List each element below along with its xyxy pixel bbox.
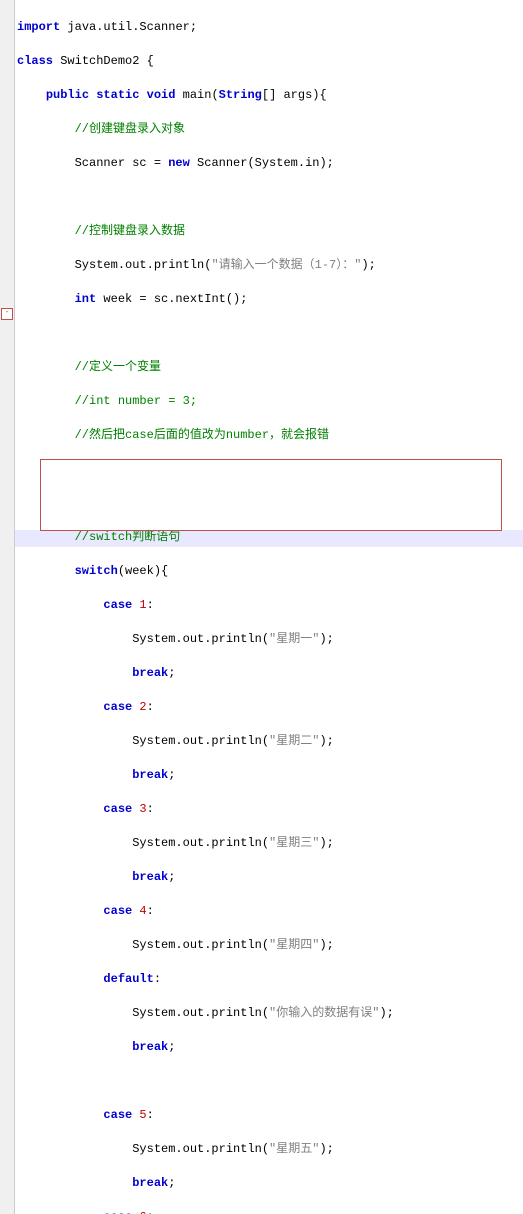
kw-case: case: [103, 1108, 132, 1122]
kw-case: case: [103, 700, 132, 714]
kw-case: case: [103, 802, 132, 816]
semi: ;: [168, 768, 175, 782]
comment: //int number = 3;: [75, 394, 197, 408]
kw-new: new: [168, 156, 190, 170]
stmt-end: );: [319, 734, 333, 748]
println-call: System.out.println(: [132, 938, 269, 952]
kw-break: break: [132, 1176, 168, 1190]
println-call: System.out.println(: [75, 258, 212, 272]
stmt-end: );: [319, 836, 333, 850]
semi: ;: [168, 666, 175, 680]
scanner-new: Scanner(System.in);: [190, 156, 334, 170]
stmt-end: );: [319, 1142, 333, 1156]
brace: {: [147, 54, 154, 68]
kw-int: int: [75, 292, 97, 306]
println-call: System.out.println(: [132, 836, 269, 850]
colon: :: [147, 802, 154, 816]
stmt-end: );: [379, 1006, 393, 1020]
kw-break: break: [132, 768, 168, 782]
string-literal: "星期一": [269, 632, 319, 646]
kw-break: break: [132, 666, 168, 680]
kw-case: case: [103, 904, 132, 918]
semi: ;: [168, 1176, 175, 1190]
kw-switch: switch: [75, 564, 118, 578]
kw-break: break: [132, 1040, 168, 1054]
stmt-end: );: [361, 258, 375, 272]
string-literal: "星期五": [269, 1142, 319, 1156]
colon: :: [147, 1108, 154, 1122]
println-call: System.out.println(: [132, 1142, 269, 1156]
kw-break: break: [132, 870, 168, 884]
colon: :: [147, 700, 154, 714]
string-literal: "请输入一个数据（1-7）：": [211, 258, 361, 272]
brace: {: [161, 564, 168, 578]
param-type: String: [219, 88, 262, 102]
comment: //定义一个变量: [75, 360, 161, 374]
kw-default: default: [103, 972, 153, 986]
semi: ;: [168, 870, 175, 884]
case-num: 4: [132, 904, 146, 918]
colon: :: [147, 1210, 154, 1214]
comment: //控制键盘录入数据: [75, 224, 185, 238]
fold-marker[interactable]: -: [1, 308, 13, 320]
semi: ;: [168, 1040, 175, 1054]
case-num: 5: [132, 1108, 146, 1122]
colon: :: [154, 972, 161, 986]
stmt-end: );: [319, 632, 333, 646]
string-literal: "星期四": [269, 938, 319, 952]
case-num: 6: [132, 1210, 146, 1214]
kw-case: case: [103, 1210, 132, 1214]
colon: :: [147, 598, 154, 612]
editor-gutter: -: [0, 0, 15, 1214]
kw-class: class: [17, 54, 53, 68]
brace: {: [319, 88, 326, 102]
comment: //switch判断语句: [75, 530, 181, 544]
println-call: System.out.println(: [132, 734, 269, 748]
case-num: 3: [132, 802, 146, 816]
case-num: 2: [132, 700, 146, 714]
string-literal: "星期三": [269, 836, 319, 850]
string-literal: "星期二": [269, 734, 319, 748]
colon: :: [147, 904, 154, 918]
code-content[interactable]: import java.util.Scanner; class SwitchDe…: [15, 0, 523, 1214]
method-name: main(: [175, 88, 218, 102]
import-path: java.util.Scanner;: [60, 20, 197, 34]
code-editor: - import java.util.Scanner; class Switch…: [0, 0, 523, 1214]
week-decl: week = sc.nextInt();: [96, 292, 247, 306]
method-modifiers: public static void: [46, 88, 176, 102]
case-num: 1: [132, 598, 146, 612]
stmt-end: );: [319, 938, 333, 952]
println-call: System.out.println(: [132, 1006, 269, 1020]
scanner-decl: Scanner sc =: [75, 156, 169, 170]
comment: //创建键盘录入对象: [75, 122, 185, 136]
kw-case: case: [103, 598, 132, 612]
switch-expr: (week): [118, 564, 161, 578]
string-literal: "你输入的数据有误": [269, 1006, 379, 1020]
class-name: SwitchDemo2: [53, 54, 147, 68]
comment: //然后把case后面的值改为number，就会报错: [75, 428, 329, 442]
println-call: System.out.println(: [132, 632, 269, 646]
param-rest: [] args): [262, 88, 320, 102]
kw-import: import: [17, 20, 60, 34]
